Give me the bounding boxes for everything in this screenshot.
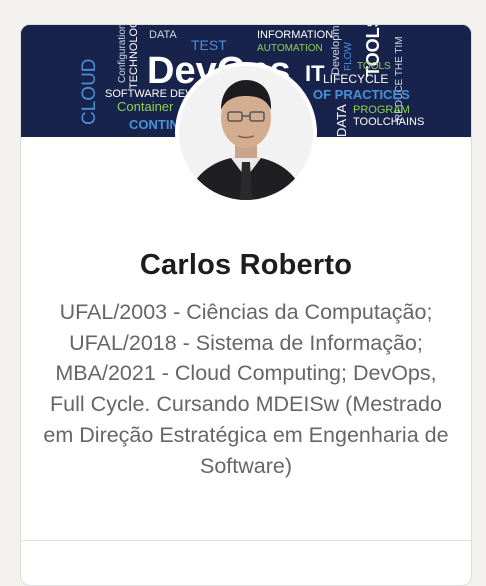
banner-word-lifecycle: LIFECYCLE [323, 72, 388, 86]
banner-word-configuration: Configuration [117, 25, 128, 83]
banner-word-flow: FLOW [343, 42, 354, 71]
banner-word-information: INFORMATION [257, 29, 333, 41]
banner-word-program: PROGRAM [353, 104, 410, 116]
banner-word-toolchains: TOOLCHAINS [353, 116, 424, 128]
banner-word-continuous: CONTIN [129, 117, 179, 132]
profile-card: CLOUD TECHNOLOGY Configuration DATA Deve… [20, 24, 472, 586]
banner-word-data: DATA [149, 29, 177, 41]
profile-photo [179, 66, 313, 200]
card-divider [21, 540, 471, 541]
profile-name: Carlos Roberto [139, 249, 353, 281]
banner-word-container: Container [117, 99, 174, 114]
profile-headline: UFAL/2003 - Ciências da Computação; UFAL… [43, 300, 449, 478]
avatar[interactable] [175, 62, 317, 204]
banner-word-of-practices: OF PRACTICES [313, 87, 410, 102]
banner-word-tools: TOOLS [357, 61, 391, 72]
banner-word-cloud: CLOUD [79, 58, 100, 125]
banner-word-data-vertical: DATA [334, 104, 349, 137]
banner-word-technology: TECHNOLOGY [128, 25, 140, 89]
